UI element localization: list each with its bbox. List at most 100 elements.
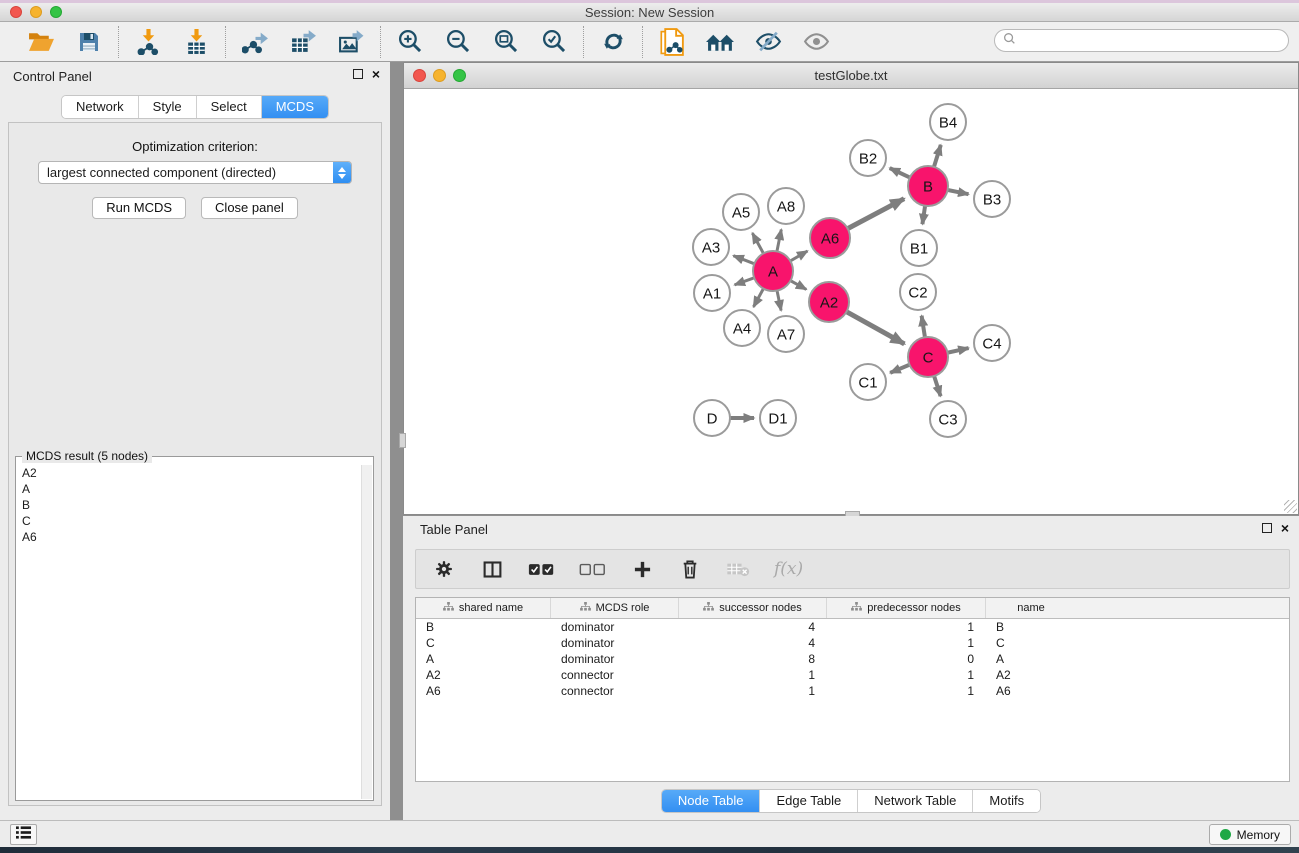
graph-node-B3[interactable]: B3 <box>974 181 1010 217</box>
table-cell[interactable]: 1 <box>679 667 827 683</box>
column-header-successor-nodes[interactable]: successor nodes <box>679 598 827 618</box>
column-header-shared-name[interactable]: shared name <box>416 598 551 618</box>
column-visibility-icon[interactable] <box>480 555 504 583</box>
graph-node-C[interactable]: C <box>908 337 948 377</box>
graph-node-A3[interactable]: A3 <box>693 229 729 265</box>
tab-network[interactable]: Network <box>62 96 139 118</box>
graph-node-A4[interactable]: A4 <box>724 310 760 346</box>
mcds-result-item[interactable]: A6 <box>17 529 361 545</box>
column-header-predecessor-nodes[interactable]: predecessor nodes <box>827 598 986 618</box>
tab-select[interactable]: Select <box>197 96 262 118</box>
open-session-icon[interactable] <box>26 27 56 57</box>
table-row[interactable]: Cdominator41C <box>416 635 1289 651</box>
float-panel-icon[interactable] <box>353 69 363 79</box>
search-input[interactable] <box>1021 30 1288 51</box>
table-cell[interactable]: 1 <box>827 635 986 651</box>
float-table-panel-icon[interactable] <box>1262 523 1272 533</box>
table-cell[interactable]: B <box>416 619 551 635</box>
search-field[interactable] <box>994 29 1289 52</box>
refresh-icon[interactable] <box>598 27 628 57</box>
zoom-out-icon[interactable] <box>443 27 473 57</box>
graph-node-B1[interactable]: B1 <box>901 230 937 266</box>
tab-node-table[interactable]: Node Table <box>662 790 761 812</box>
table-cell[interactable]: A2 <box>416 667 551 683</box>
graph-node-B4[interactable]: B4 <box>930 104 966 140</box>
graph-node-C2[interactable]: C2 <box>900 274 936 310</box>
network-maximize-button[interactable] <box>453 69 466 82</box>
table-cell[interactable]: 4 <box>679 635 827 651</box>
graph-node-B2[interactable]: B2 <box>850 140 886 176</box>
table-cell[interactable]: dominator <box>551 619 679 635</box>
graph-node-C1[interactable]: C1 <box>850 364 886 400</box>
select-all-rows-icon[interactable] <box>528 555 555 583</box>
network-canvas[interactable]: B4B2BB3A5A8A6A3B1AC2A1A2A4A7C4CC1C3DD1 <box>404 89 1298 514</box>
graph-node-A5[interactable]: A5 <box>723 194 759 230</box>
save-session-icon[interactable] <box>74 27 104 57</box>
table-row[interactable]: Bdominator41B <box>416 619 1289 635</box>
tab-edge-table[interactable]: Edge Table <box>760 790 858 812</box>
optimization-criterion-select[interactable]: largest connected component (directed) <box>38 161 352 184</box>
network-close-button[interactable] <box>413 69 426 82</box>
graph-node-C3[interactable]: C3 <box>930 401 966 437</box>
table-cell[interactable]: 1 <box>827 683 986 699</box>
table-cell[interactable]: connector <box>551 667 679 683</box>
table-cell[interactable]: 1 <box>827 667 986 683</box>
zoom-fit-icon[interactable] <box>491 27 521 57</box>
overview-icon[interactable] <box>705 27 735 57</box>
hide-graphics-details-icon[interactable] <box>753 27 783 57</box>
table-cell[interactable]: A6 <box>416 683 551 699</box>
close-table-panel-icon[interactable]: × <box>1281 523 1289 533</box>
column-header-MCDS-role[interactable]: MCDS role <box>551 598 679 618</box>
graph-node-A7[interactable]: A7 <box>768 316 804 352</box>
new-network-icon[interactable] <box>657 27 687 57</box>
mcds-result-item[interactable]: A <box>17 481 361 497</box>
table-cell[interactable]: C <box>986 635 1076 651</box>
graph-node-C4[interactable]: C4 <box>974 325 1010 361</box>
table-cell[interactable]: 1 <box>827 619 986 635</box>
mcds-result-item[interactable]: A2 <box>17 465 361 481</box>
table-cell[interactable]: 8 <box>679 651 827 667</box>
close-panel-icon[interactable]: × <box>372 69 380 79</box>
network-window-titlebar[interactable]: testGlobe.txt <box>404 63 1298 89</box>
network-minimize-button[interactable] <box>433 69 446 82</box>
import-network-icon[interactable] <box>133 27 163 57</box>
memory-button[interactable]: Memory <box>1209 824 1291 845</box>
table-cell[interactable]: 4 <box>679 619 827 635</box>
graph-node-A1[interactable]: A1 <box>694 275 730 311</box>
import-table-icon[interactable] <box>181 27 211 57</box>
table-cell[interactable]: A <box>416 651 551 667</box>
table-cell[interactable]: connector <box>551 683 679 699</box>
task-history-button[interactable] <box>10 824 37 845</box>
close-window-button[interactable] <box>10 6 22 18</box>
table-cell[interactable]: 1 <box>679 683 827 699</box>
close-panel-button[interactable]: Close panel <box>201 197 298 219</box>
table-cell[interactable]: dominator <box>551 651 679 667</box>
tab-style[interactable]: Style <box>139 96 197 118</box>
table-cell[interactable]: A <box>986 651 1076 667</box>
table-cell[interactable]: C <box>416 635 551 651</box>
mcds-result-item[interactable]: C <box>17 513 361 529</box>
export-image-icon[interactable] <box>336 27 366 57</box>
add-row-icon[interactable] <box>630 555 654 583</box>
mcds-result-item[interactable]: B <box>17 497 361 513</box>
table-cell[interactable]: A6 <box>986 683 1076 699</box>
table-cell[interactable]: dominator <box>551 635 679 651</box>
graph-node-A8[interactable]: A8 <box>768 188 804 224</box>
graph-node-A6[interactable]: A6 <box>810 218 850 258</box>
minimize-window-button[interactable] <box>30 6 42 18</box>
table-cell[interactable]: A2 <box>986 667 1076 683</box>
deselect-all-rows-icon[interactable] <box>579 555 606 583</box>
table-cell[interactable]: B <box>986 619 1076 635</box>
export-network-icon[interactable] <box>240 27 270 57</box>
graph-node-D1[interactable]: D1 <box>760 400 796 436</box>
graph-node-B[interactable]: B <box>908 166 948 206</box>
table-row[interactable]: Adominator80A <box>416 651 1289 667</box>
graph-node-D[interactable]: D <box>694 400 730 436</box>
delete-row-icon[interactable] <box>678 555 702 583</box>
table-settings-icon[interactable] <box>432 555 456 583</box>
maximize-window-button[interactable] <box>50 6 62 18</box>
result-scrollbar[interactable] <box>361 465 372 799</box>
zoom-in-icon[interactable] <box>395 27 425 57</box>
run-mcds-button[interactable]: Run MCDS <box>92 197 186 219</box>
graph-node-A[interactable]: A <box>753 251 793 291</box>
